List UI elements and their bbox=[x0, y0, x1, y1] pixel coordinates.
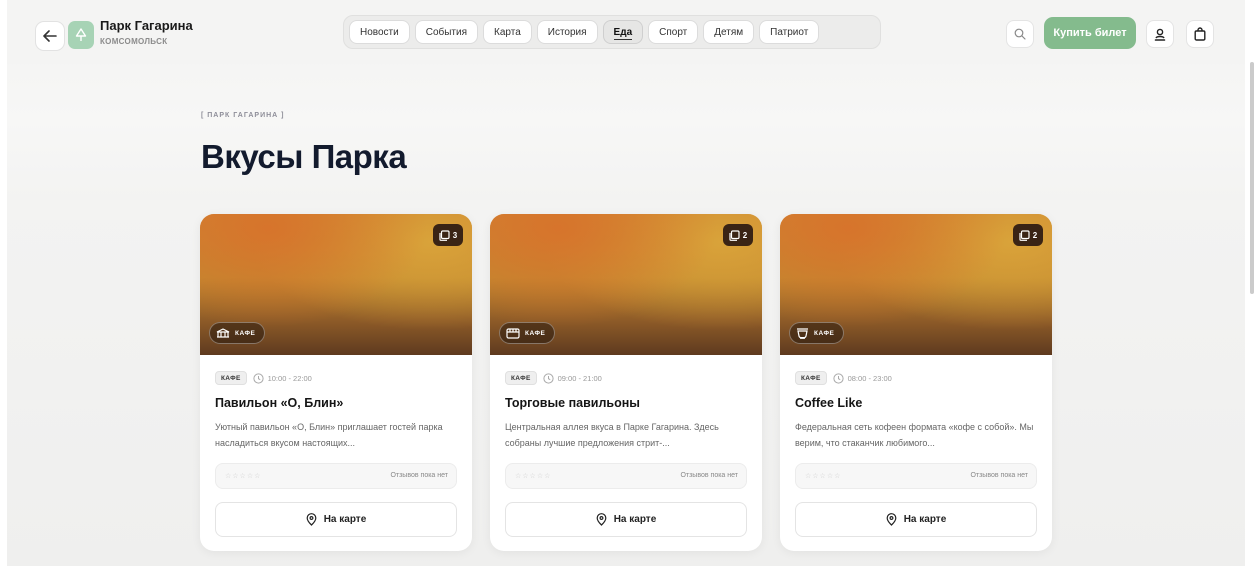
reviews-status: Отзывов пока нет bbox=[390, 472, 448, 479]
venue-description: Федеральная сеть кофеен формата «кофе с … bbox=[795, 422, 1034, 448]
clock-icon bbox=[542, 372, 554, 384]
arrow-left-icon bbox=[43, 30, 57, 42]
photo-count: 3 bbox=[452, 230, 458, 240]
rating-stars: ☆☆☆☆☆ bbox=[515, 473, 552, 480]
search-button[interactable] bbox=[1006, 20, 1034, 48]
page-scrollbar[interactable] bbox=[1250, 62, 1254, 294]
page-title: Вкусы Парка bbox=[201, 138, 407, 175]
category-chip: КАФЕ bbox=[505, 371, 537, 385]
show-on-map-button[interactable]: На карте bbox=[795, 502, 1037, 537]
rating-box: ☆☆☆☆☆ Отзывов пока нет bbox=[215, 463, 457, 489]
cart-button[interactable] bbox=[1186, 20, 1214, 48]
park-logo[interactable] bbox=[68, 21, 94, 49]
pavilion-icon bbox=[216, 328, 230, 338]
photo-count-badge: 2 bbox=[1013, 224, 1043, 246]
category-chip: КАФЕ bbox=[795, 371, 827, 385]
venue-image[interactable]: 2 КАФЕ bbox=[780, 214, 1052, 355]
tree-icon bbox=[75, 28, 87, 41]
opening-hours: 08:00 - 23:00 bbox=[832, 372, 892, 384]
show-on-map-button[interactable]: На карте bbox=[215, 502, 457, 537]
tab-patriot[interactable]: Патриот bbox=[759, 20, 820, 44]
top-navigation-bar: Парк Гагарина КОМСОМОЛЬСК Новости Событи… bbox=[7, 0, 1245, 64]
tab-news[interactable]: Новости bbox=[349, 20, 410, 44]
hours-text: 08:00 - 23:00 bbox=[847, 373, 892, 383]
opening-hours: 09:00 - 21:00 bbox=[542, 372, 602, 384]
map-pin-icon bbox=[886, 513, 897, 526]
rating-box: ☆☆☆☆☆ Отзывов пока нет bbox=[505, 463, 747, 489]
hours-text: 10:00 - 22:00 bbox=[267, 373, 312, 383]
rating-stars: ☆☆☆☆☆ bbox=[805, 473, 842, 480]
photo-count: 2 bbox=[1032, 230, 1038, 240]
tab-history[interactable]: История bbox=[536, 20, 598, 44]
gallery-icon bbox=[729, 229, 740, 241]
back-button[interactable] bbox=[35, 21, 65, 51]
category-badge-label: КАФЕ bbox=[235, 329, 256, 337]
rating-box: ☆☆☆☆☆ Отзывов пока нет bbox=[795, 463, 1037, 489]
map-button-label: На карте bbox=[613, 514, 657, 525]
venue-description: Центральная аллея вкуса в Парке Гагарина… bbox=[505, 422, 719, 448]
user-icon bbox=[1154, 28, 1166, 41]
photo-count-badge: 3 bbox=[433, 224, 463, 246]
map-button-label: На карте bbox=[903, 514, 947, 525]
shopping-bag-icon bbox=[1194, 27, 1206, 41]
rating-stars: ☆☆☆☆☆ bbox=[225, 473, 262, 480]
venue-name[interactable]: Coffee Like bbox=[795, 396, 862, 410]
show-on-map-button[interactable]: На карте bbox=[505, 502, 747, 537]
hours-text: 09:00 - 21:00 bbox=[557, 373, 602, 383]
search-icon bbox=[1014, 28, 1026, 40]
coffee-cup-icon bbox=[797, 327, 808, 339]
category-badge: КАФЕ bbox=[789, 322, 845, 344]
map-button-label: На карте bbox=[323, 514, 367, 525]
tab-food[interactable]: Еда bbox=[602, 20, 644, 44]
venue-card[interactable]: 3 КАФЕ КАФЕ 10:00 - 22:00 Павильон «О, Б… bbox=[200, 214, 472, 551]
card-meta: КАФЕ 10:00 - 22:00 bbox=[215, 371, 312, 385]
category-chip: КАФЕ bbox=[215, 371, 247, 385]
venue-image[interactable]: 3 КАФЕ bbox=[200, 214, 472, 355]
tab-sport[interactable]: Спорт bbox=[648, 20, 699, 44]
clock-icon bbox=[832, 372, 844, 384]
gallery-icon bbox=[439, 229, 450, 241]
map-pin-icon bbox=[306, 513, 317, 526]
brand-title[interactable]: Парк Гагарина bbox=[100, 18, 193, 33]
tab-map[interactable]: Карта bbox=[483, 20, 532, 44]
tab-kids[interactable]: Детям bbox=[703, 20, 755, 44]
venue-card[interactable]: 2 КАФЕ КАФЕ 09:00 - 21:00 Торговые павил… bbox=[490, 214, 762, 551]
page: Парк Гагарина КОМСОМОЛЬСК Новости Событи… bbox=[7, 0, 1245, 566]
opening-hours: 10:00 - 22:00 bbox=[252, 372, 312, 384]
map-pin-icon bbox=[596, 513, 607, 526]
clock-icon bbox=[252, 372, 264, 384]
venue-card[interactable]: 2 КАФЕ КАФЕ 08:00 - 23:00 Coffee Like Фе… bbox=[780, 214, 1052, 551]
category-badge: КАФЕ bbox=[209, 322, 266, 344]
breadcrumb[interactable]: [ ПАРК ГАГАРИНА ] bbox=[201, 112, 285, 119]
gallery-icon bbox=[1019, 229, 1030, 241]
reviews-status: Отзывов пока нет bbox=[680, 472, 738, 479]
category-badge-label: КАФЕ bbox=[525, 329, 546, 337]
profile-button[interactable] bbox=[1146, 20, 1174, 48]
photo-count: 2 bbox=[742, 230, 748, 240]
photo-count-badge: 2 bbox=[723, 224, 753, 246]
venue-name[interactable]: Павильон «О, Блин» bbox=[215, 396, 343, 410]
store-icon bbox=[506, 327, 520, 339]
card-meta: КАФЕ 09:00 - 21:00 bbox=[505, 371, 602, 385]
card-meta: КАФЕ 08:00 - 23:00 bbox=[795, 371, 892, 385]
brand-subtitle: КОМСОМОЛЬСК bbox=[100, 37, 168, 46]
reviews-status: Отзывов пока нет bbox=[970, 472, 1028, 479]
section-tabs: Новости События Карта История Еда Спорт … bbox=[343, 15, 881, 49]
buy-ticket-button[interactable]: Купить билет bbox=[1044, 17, 1136, 49]
tab-events[interactable]: События bbox=[414, 20, 478, 44]
venue-name[interactable]: Торговые павильоны bbox=[505, 396, 640, 410]
venue-description: Уютный павильон «О, Блин» приглашает гос… bbox=[215, 422, 443, 448]
category-badge-label: КАФЕ bbox=[814, 329, 835, 337]
venue-image[interactable]: 2 КАФЕ bbox=[490, 214, 762, 355]
category-badge: КАФЕ bbox=[499, 322, 556, 344]
